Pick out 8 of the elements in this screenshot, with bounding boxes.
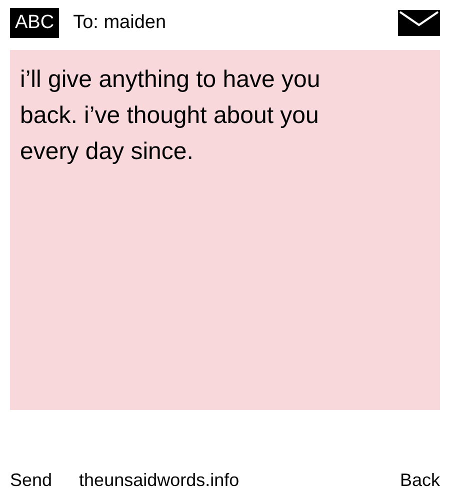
- website-label: theunsaidwords.info: [79, 469, 240, 492]
- back-button[interactable]: Back: [400, 467, 440, 494]
- send-button[interactable]: Send: [10, 467, 52, 494]
- message-text: i’ll give anything to have you back. i’ve thought about you every day since.: [20, 65, 322, 167]
- input-mode-label: ABC: [10, 8, 60, 38]
- recipient-label: To: maiden: [73, 11, 166, 35]
- envelope-icon: [398, 10, 440, 36]
- message-area[interactable]: i’ll give anything to have you back. i’ve thought about you every day since.: [10, 50, 440, 410]
